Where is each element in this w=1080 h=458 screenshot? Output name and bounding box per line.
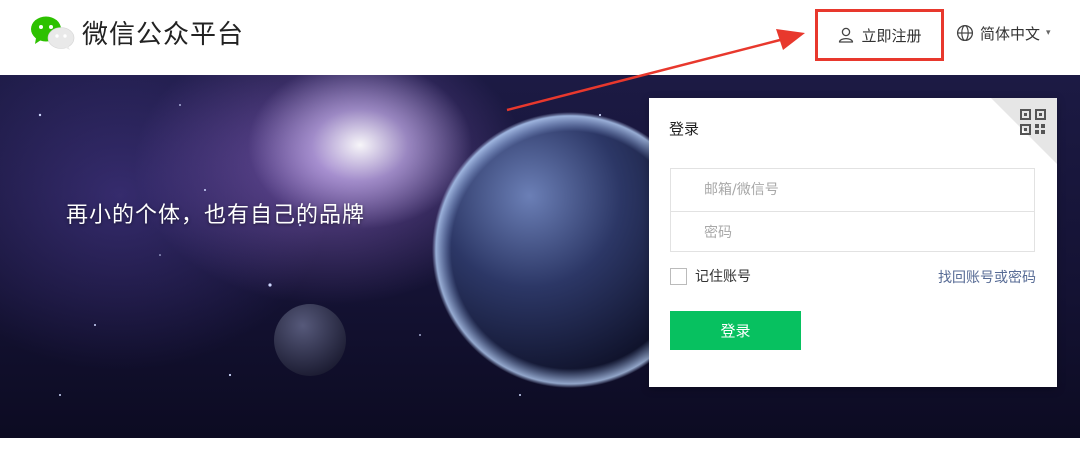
remember-label: 记住账号 — [695, 269, 751, 285]
login-panel: 登录 记住账号 找回账号或密码 登录 — [649, 98, 1057, 387]
globe-icon — [956, 24, 974, 42]
language-label: 简体中文 — [980, 24, 1041, 43]
qr-code-icon[interactable] — [1019, 108, 1047, 136]
logo[interactable]: 微信公众平台 — [30, 14, 244, 51]
language-selector[interactable]: 简体中文 ▾ — [956, 20, 1051, 46]
credential-fields — [670, 168, 1035, 254]
chevron-down-icon: ▾ — [1046, 28, 1051, 38]
page: 微信公众平台 立即注册 简体中文 ▾ 再小的个体，也有自己的品牌 登录 邮箱/微… — [0, 0, 1080, 458]
logo-text: 微信公众平台 — [82, 20, 245, 50]
remember-account[interactable]: 记住账号 — [670, 266, 751, 286]
account-input[interactable] — [671, 169, 1034, 211]
remember-checkbox[interactable] — [670, 267, 687, 285]
register-label: 立即注册 — [861, 26, 922, 45]
user-icon — [839, 27, 854, 43]
login-button[interactable]: 登录 — [670, 311, 801, 350]
login-title: 登录 — [669, 120, 700, 138]
forgot-password-link[interactable]: 找回账号或密码 — [938, 267, 1036, 287]
banner-slogan: 再小的个体，也有自己的品牌 — [66, 203, 366, 228]
register-button[interactable]: 立即注册 — [815, 9, 944, 61]
password-input[interactable] — [671, 212, 1034, 254]
wechat-bubbles-icon — [31, 16, 75, 50]
top-header: 微信公众平台 立即注册 简体中文 ▾ — [0, 0, 1080, 75]
